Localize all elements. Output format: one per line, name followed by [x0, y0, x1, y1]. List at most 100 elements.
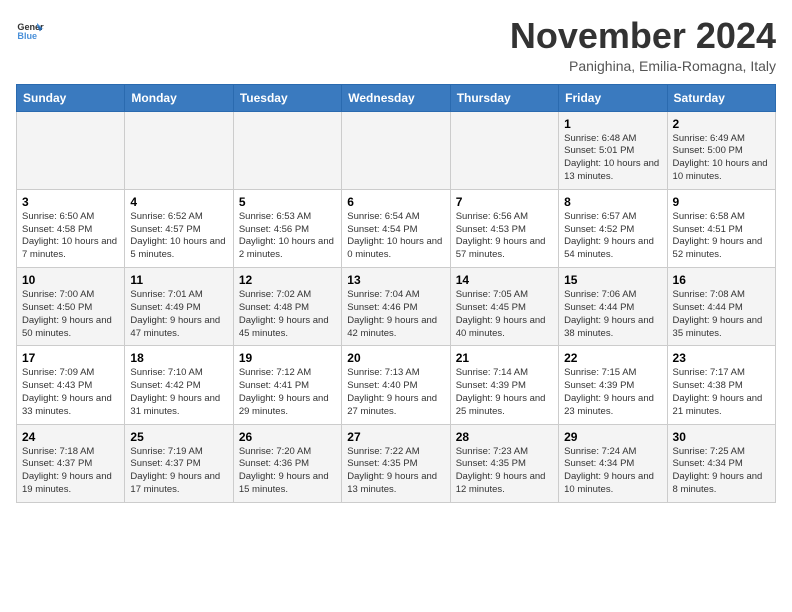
day-cell [450, 111, 558, 189]
day-number: 3 [22, 195, 119, 209]
logo-icon: General Blue [16, 16, 44, 44]
day-info: Sunrise: 6:50 AMSunset: 4:58 PMDaylight:… [22, 211, 119, 262]
day-number: 19 [239, 351, 336, 365]
week-row-3: 10 Sunrise: 7:00 AMSunset: 4:50 PMDayligh… [17, 268, 776, 346]
header: General Blue November 2024 Panighina, Em… [16, 16, 776, 74]
day-number: 26 [239, 430, 336, 444]
day-cell: 15 Sunrise: 7:06 AMSunset: 4:44 PMDayligh… [559, 268, 667, 346]
day-info: Sunrise: 7:10 AMSunset: 4:42 PMDaylight:… [130, 367, 227, 418]
day-cell [125, 111, 233, 189]
day-cell: 27Sunrise: 7:22 AMSunset: 4:35 PMDayligh… [342, 424, 450, 502]
day-cell: 26 Sunrise: 7:20 AMSunset: 4:36 PMDayligh… [233, 424, 341, 502]
month-title: November 2024 [510, 16, 776, 56]
day-cell: 18 Sunrise: 7:10 AMSunset: 4:42 PMDayligh… [125, 346, 233, 424]
calendar-header: SundayMondayTuesdayWednesdayThursdayFrid… [17, 84, 776, 111]
week-row-1: 1 Sunrise: 6:48 AMSunset: 5:01 PMDaylight… [17, 111, 776, 189]
day-info: Sunrise: 6:56 AMSunset: 4:53 PMDaylight:… [456, 211, 553, 262]
calendar-body: 1 Sunrise: 6:48 AMSunset: 5:01 PMDaylight… [17, 111, 776, 502]
day-info: Sunrise: 6:58 AMSunset: 4:51 PMDaylight:… [673, 211, 770, 262]
day-info: Sunrise: 7:05 AMSunset: 4:45 PMDaylight:… [456, 289, 553, 340]
svg-text:Blue: Blue [17, 31, 37, 41]
day-number: 24 [22, 430, 119, 444]
day-cell [342, 111, 450, 189]
day-info: Sunrise: 7:20 AMSunset: 4:36 PMDaylight:… [239, 446, 336, 497]
day-cell: 10 Sunrise: 7:00 AMSunset: 4:50 PMDayligh… [17, 268, 125, 346]
day-number: 29 [564, 430, 661, 444]
day-number: 10 [22, 273, 119, 287]
day-info: Sunrise: 7:13 AMSunset: 4:40 PMDaylight:… [347, 367, 444, 418]
day-number: 20 [347, 351, 444, 365]
day-cell: 6Sunrise: 6:54 AMSunset: 4:54 PMDaylight… [342, 189, 450, 267]
day-number: 27 [347, 430, 444, 444]
day-cell: 7Sunrise: 6:56 AMSunset: 4:53 PMDaylight… [450, 189, 558, 267]
day-number: 30 [673, 430, 770, 444]
day-info: Sunrise: 7:04 AMSunset: 4:46 PMDaylight:… [347, 289, 444, 340]
day-cell: 1 Sunrise: 6:48 AMSunset: 5:01 PMDaylight… [559, 111, 667, 189]
day-number: 16 [673, 273, 770, 287]
day-number: 28 [456, 430, 553, 444]
day-cell: 28 Sunrise: 7:23 AMSunset: 4:35 PMDayligh… [450, 424, 558, 502]
logo: General Blue [16, 16, 44, 44]
day-number: 21 [456, 351, 553, 365]
day-number: 12 [239, 273, 336, 287]
day-cell: 25 Sunrise: 7:19 AMSunset: 4:37 PMDayligh… [125, 424, 233, 502]
day-info: Sunrise: 6:49 AMSunset: 5:00 PMDaylight:… [673, 133, 770, 184]
day-cell: 16 Sunrise: 7:08 AMSunset: 4:44 PMDayligh… [667, 268, 775, 346]
day-info: Sunrise: 7:23 AMSunset: 4:35 PMDaylight:… [456, 446, 553, 497]
day-info: Sunrise: 6:48 AMSunset: 5:01 PMDaylight:… [564, 133, 661, 184]
day-cell: 12 Sunrise: 7:02 AMSunset: 4:48 PMDayligh… [233, 268, 341, 346]
header-day-saturday: Saturday [667, 84, 775, 111]
day-info: Sunrise: 7:15 AMSunset: 4:39 PMDaylight:… [564, 367, 661, 418]
calendar-table: SundayMondayTuesdayWednesdayThursdayFrid… [16, 84, 776, 503]
header-day-sunday: Sunday [17, 84, 125, 111]
day-cell: 24 Sunrise: 7:18 AMSunset: 4:37 PMDayligh… [17, 424, 125, 502]
day-cell [233, 111, 341, 189]
day-cell: 19Sunrise: 7:12 AMSunset: 4:41 PMDayligh… [233, 346, 341, 424]
day-info: Sunrise: 7:17 AMSunset: 4:38 PMDaylight:… [673, 367, 770, 418]
header-day-friday: Friday [559, 84, 667, 111]
header-day-wednesday: Wednesday [342, 84, 450, 111]
day-info: Sunrise: 7:18 AMSunset: 4:37 PMDaylight:… [22, 446, 119, 497]
day-number: 18 [130, 351, 227, 365]
day-number: 13 [347, 273, 444, 287]
day-info: Sunrise: 7:08 AMSunset: 4:44 PMDaylight:… [673, 289, 770, 340]
day-cell: 30 Sunrise: 7:25 AMSunset: 4:34 PMDayligh… [667, 424, 775, 502]
day-info: Sunrise: 7:06 AMSunset: 4:44 PMDaylight:… [564, 289, 661, 340]
week-row-4: 17Sunrise: 7:09 AMSunset: 4:43 PMDayligh… [17, 346, 776, 424]
header-day-monday: Monday [125, 84, 233, 111]
day-number: 25 [130, 430, 227, 444]
day-info: Sunrise: 7:19 AMSunset: 4:37 PMDaylight:… [130, 446, 227, 497]
day-info: Sunrise: 7:02 AMSunset: 4:48 PMDaylight:… [239, 289, 336, 340]
day-info: Sunrise: 7:14 AMSunset: 4:39 PMDaylight:… [456, 367, 553, 418]
day-info: Sunrise: 7:24 AMSunset: 4:34 PMDaylight:… [564, 446, 661, 497]
day-info: Sunrise: 7:00 AMSunset: 4:50 PMDaylight:… [22, 289, 119, 340]
day-info: Sunrise: 7:01 AMSunset: 4:49 PMDaylight:… [130, 289, 227, 340]
day-number: 23 [673, 351, 770, 365]
day-number: 1 [564, 117, 661, 131]
day-cell: 11Sunrise: 7:01 AMSunset: 4:49 PMDayligh… [125, 268, 233, 346]
day-cell: 9 Sunrise: 6:58 AMSunset: 4:51 PMDaylight… [667, 189, 775, 267]
location-subtitle: Panighina, Emilia-Romagna, Italy [510, 58, 776, 74]
day-cell: 21 Sunrise: 7:14 AMSunset: 4:39 PMDayligh… [450, 346, 558, 424]
day-info: Sunrise: 6:57 AMSunset: 4:52 PMDaylight:… [564, 211, 661, 262]
day-info: Sunrise: 6:52 AMSunset: 4:57 PMDaylight:… [130, 211, 227, 262]
day-number: 14 [456, 273, 553, 287]
day-number: 15 [564, 273, 661, 287]
day-number: 22 [564, 351, 661, 365]
day-cell: 20 Sunrise: 7:13 AMSunset: 4:40 PMDayligh… [342, 346, 450, 424]
day-cell: 8Sunrise: 6:57 AMSunset: 4:52 PMDaylight… [559, 189, 667, 267]
day-cell: 4 Sunrise: 6:52 AMSunset: 4:57 PMDaylight… [125, 189, 233, 267]
day-cell: 29 Sunrise: 7:24 AMSunset: 4:34 PMDayligh… [559, 424, 667, 502]
day-number: 4 [130, 195, 227, 209]
day-cell [17, 111, 125, 189]
day-cell: 23 Sunrise: 7:17 AMSunset: 4:38 PMDayligh… [667, 346, 775, 424]
day-cell: 13 Sunrise: 7:04 AMSunset: 4:46 PMDayligh… [342, 268, 450, 346]
day-number: 5 [239, 195, 336, 209]
day-info: Sunrise: 6:54 AMSunset: 4:54 PMDaylight:… [347, 211, 444, 262]
day-number: 9 [673, 195, 770, 209]
day-cell: 14 Sunrise: 7:05 AMSunset: 4:45 PMDayligh… [450, 268, 558, 346]
header-row: SundayMondayTuesdayWednesdayThursdayFrid… [17, 84, 776, 111]
day-info: Sunrise: 7:09 AMSunset: 4:43 PMDaylight:… [22, 367, 119, 418]
day-info: Sunrise: 7:25 AMSunset: 4:34 PMDaylight:… [673, 446, 770, 497]
day-number: 2 [673, 117, 770, 131]
